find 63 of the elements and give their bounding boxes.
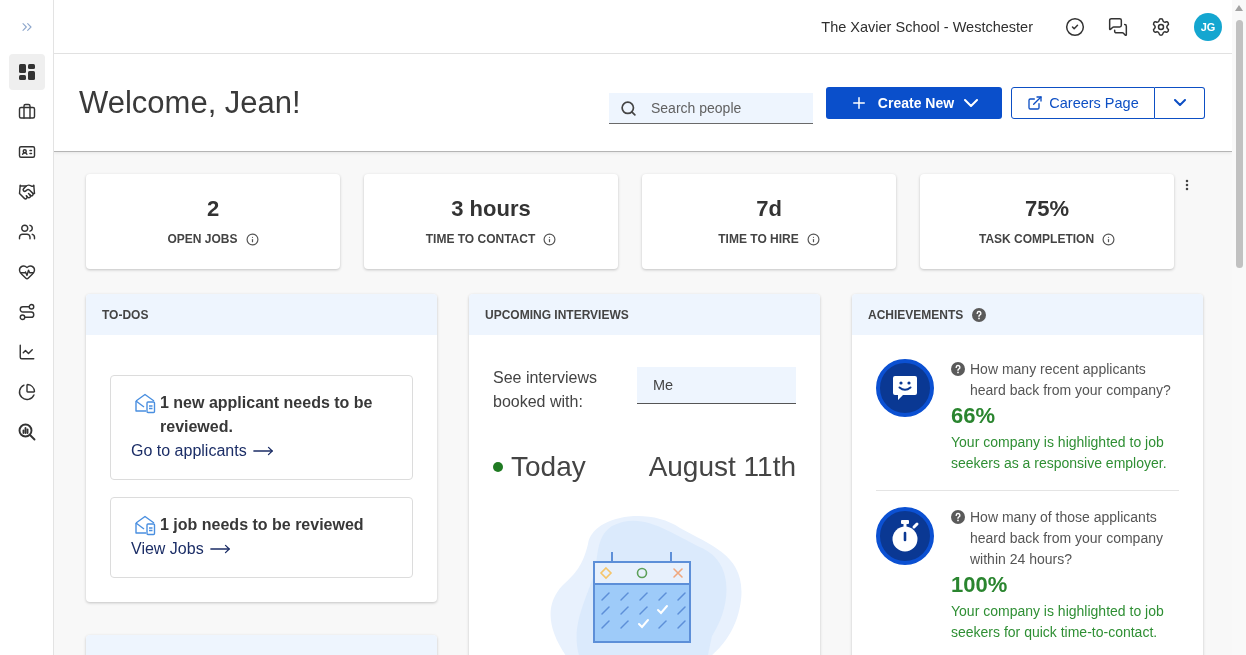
envelope-document-icon [134,514,156,536]
help-icon[interactable] [951,510,965,524]
people-icon [17,223,36,241]
scrollbar[interactable] [1232,0,1246,655]
info-icon[interactable] [245,232,259,246]
create-new-button[interactable]: Create New [826,86,1002,119]
info-icon[interactable] [1102,232,1116,246]
heart-pulse-icon [17,263,36,281]
achievement-description: Your company is highlighted to job seekers as a responsive employer. [951,433,1168,473]
stat-value: 2 [206,196,220,222]
stat-label: TIME TO HIRE [718,231,799,247]
filter-label: See interviews booked with: [493,368,599,412]
achievement-value: 66% [951,403,997,429]
stat-value: 7d [756,196,782,222]
achievement-description: Your company is highlighted to job seekers for quick time-to-contact. [951,602,1165,642]
todo-text: 1 new applicant needs to be reviewed. [160,393,374,437]
chart-search-icon [17,423,36,441]
interviewer-select[interactable]: Me [637,367,796,404]
external-link-icon [1027,94,1044,111]
stat-value: 3 hours [451,196,531,222]
search-field[interactable]: Search people [609,92,813,124]
panel-title: TO-DOS [102,307,149,322]
scrollbar-thumb[interactable] [1235,20,1243,268]
achievement-value: 100% [951,572,1009,598]
caret-icon [1173,99,1186,106]
stopwatch-badge-icon [876,507,934,565]
help-icon[interactable] [951,362,965,376]
info-icon[interactable] [543,232,557,246]
caret-icon [964,98,979,107]
stat-label: TASK COMPLETION [978,231,1095,247]
dropdown-button[interactable] [1155,86,1205,119]
chat-smile-badge-icon [876,359,934,417]
panel-title: UPCOMING INTERVIEWS [485,307,629,322]
handshake-icon [17,183,36,201]
route-icon [17,303,36,321]
id-card-icon [17,143,36,161]
chat-bubbles-icon[interactable] [1108,16,1128,37]
todo-text: 1 job needs to be reviewed [160,515,364,535]
panel-title: ACHIEVEMENTS [868,307,964,322]
todo-link[interactable]: Go to applicants [131,439,274,463]
line-chart-icon [17,343,36,361]
organization-name: The Xavier School - Westchester [821,18,1033,35]
envelope-document-icon [134,392,156,414]
dashboard-icon [17,63,36,81]
date-label: August 11th [648,450,796,484]
pie-chart-icon [17,383,36,401]
day-label: Today [511,450,586,484]
todo-link[interactable]: View Jobs [131,537,231,561]
info-icon[interactable] [806,232,820,246]
check-circle-icon[interactable] [1065,16,1085,37]
search-icon [620,99,637,117]
briefcase-icon [17,103,36,121]
careers-page-button[interactable]: Careers Page [1011,86,1155,119]
welcome-heading: Welcome, Jean! [79,84,302,121]
stat-value: 75% [1024,196,1069,222]
status-dot-icon [493,462,503,472]
sidebar-item[interactable] [8,54,45,90]
stat-label: TIME TO CONTACT [425,231,536,247]
question-text: How many recent applicants heard back from your company? [970,360,1172,400]
help-icon[interactable] [972,307,987,322]
settings-icon[interactable] [1151,16,1171,37]
stat-label: OPEN JOBS [167,231,238,247]
question-text: How many of those applicants heard back from your company within 24 hours? [970,508,1164,569]
